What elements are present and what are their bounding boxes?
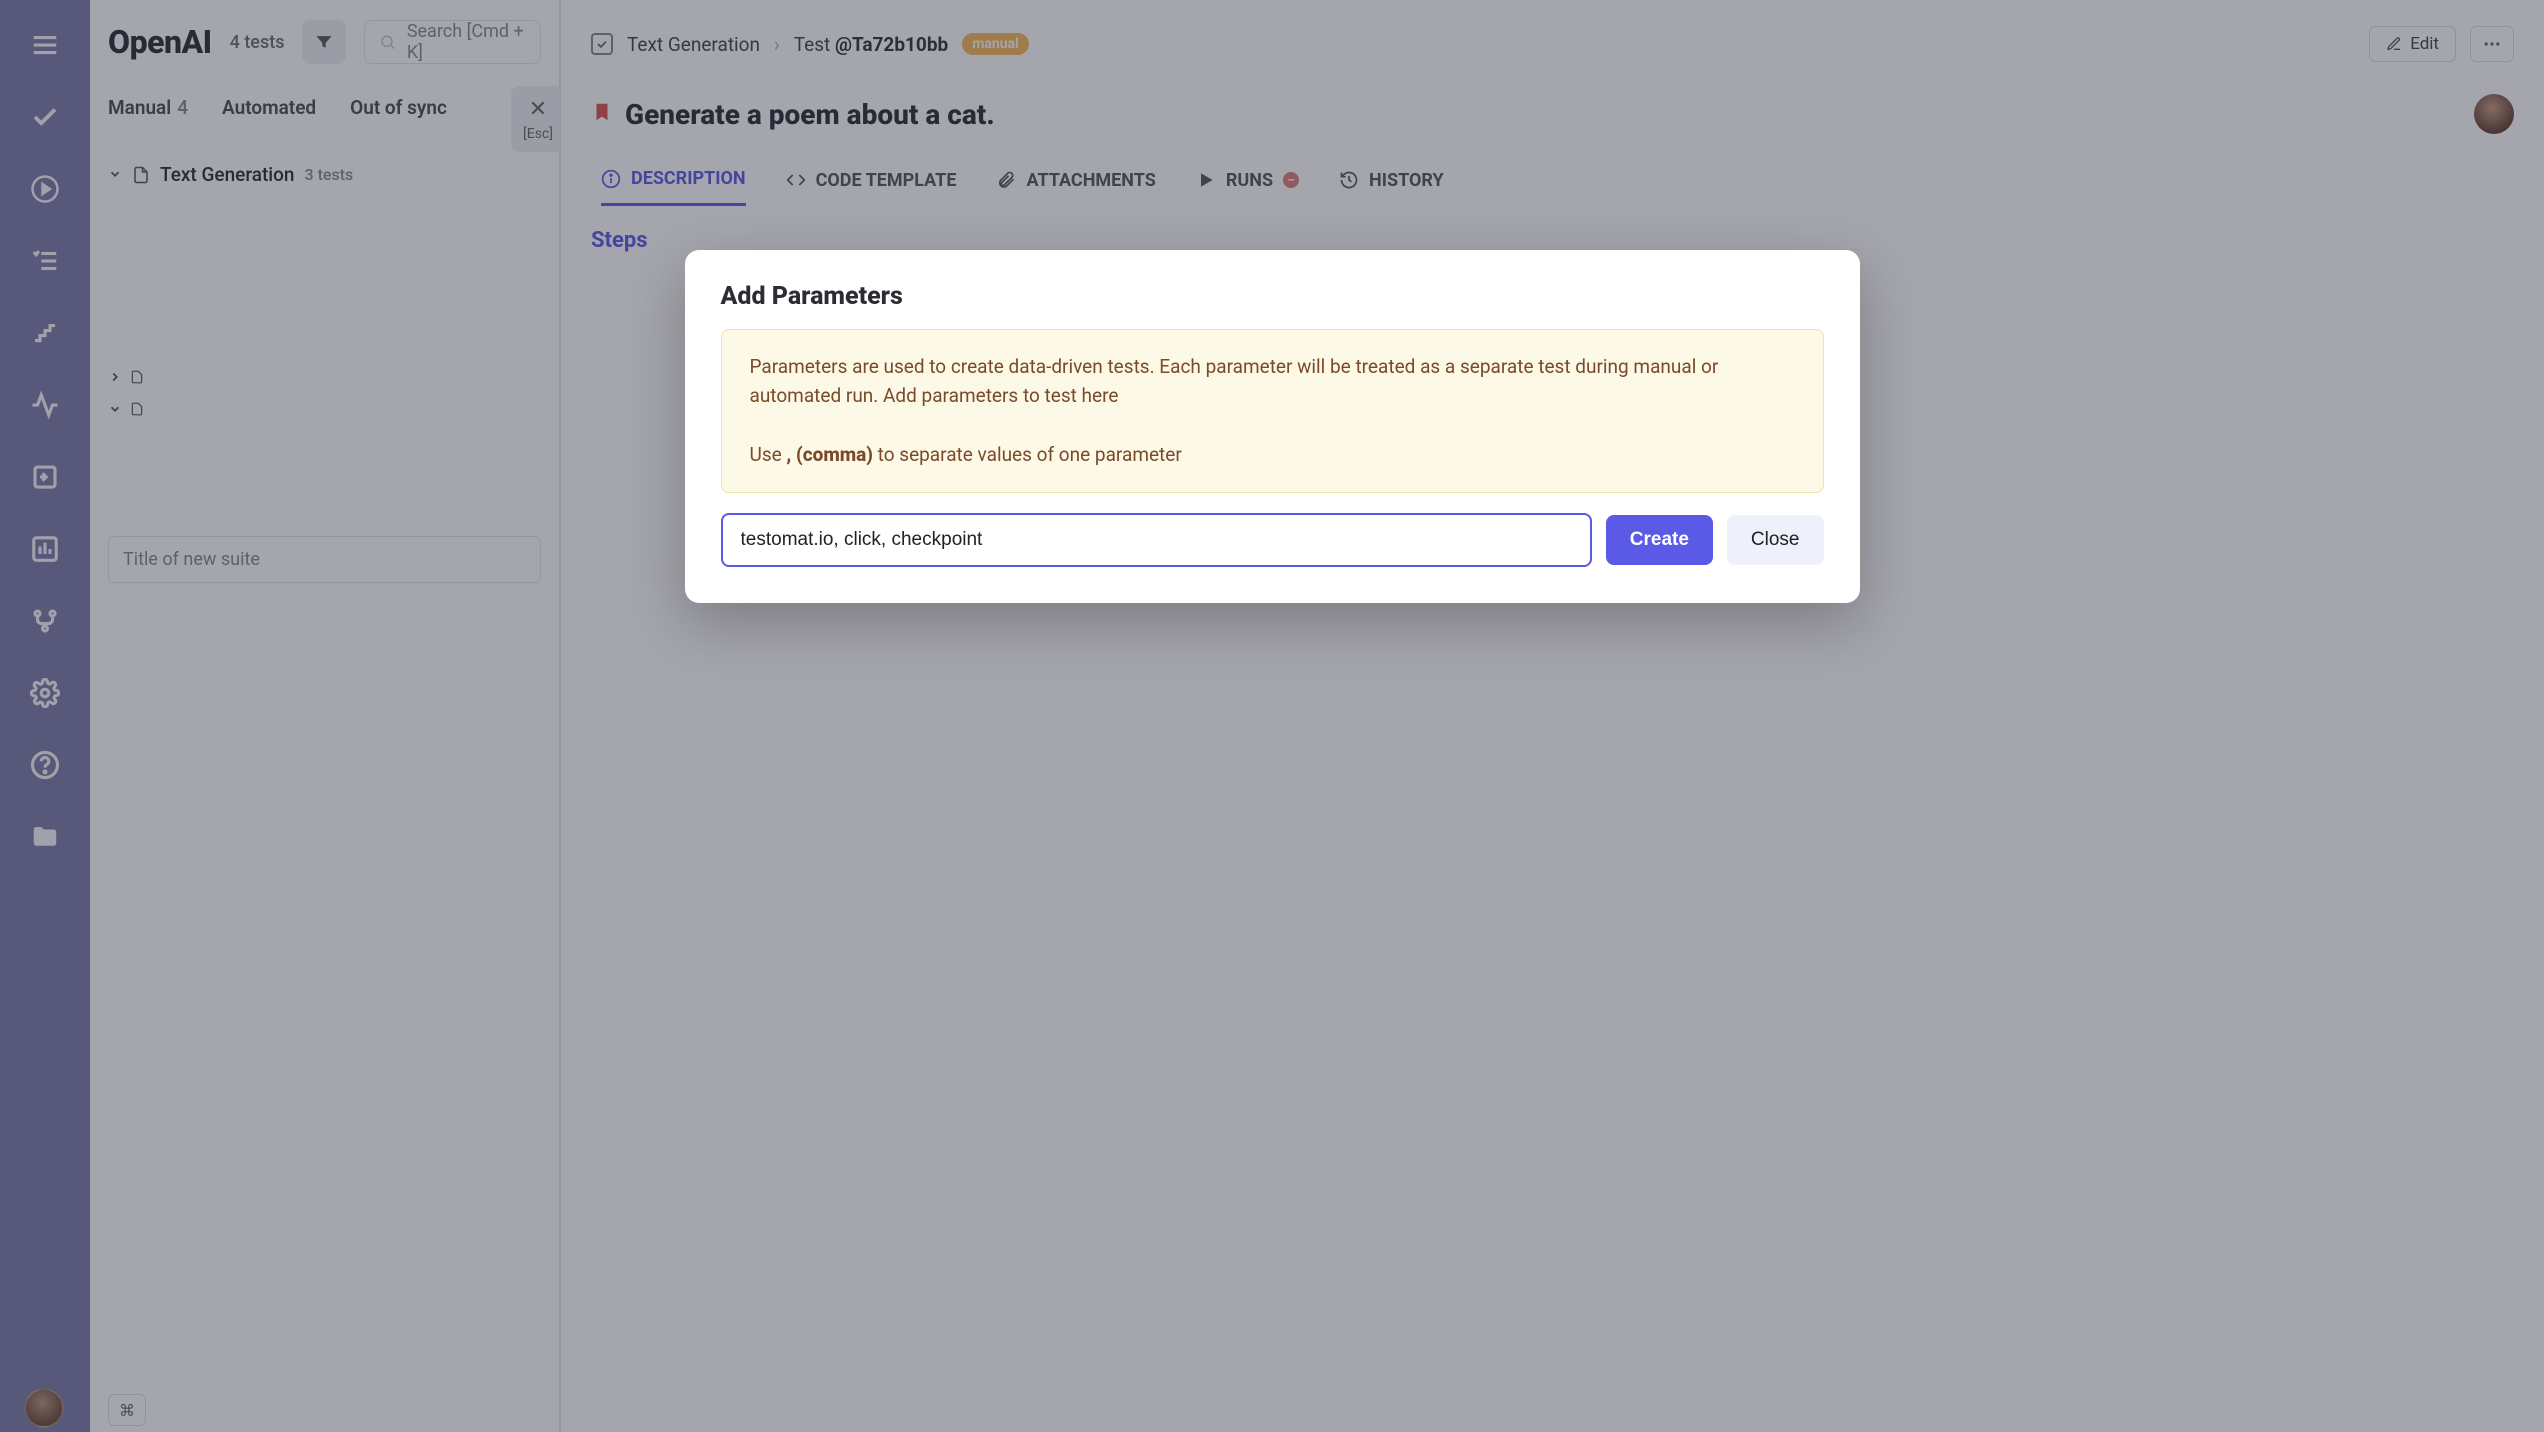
modal-overlay: Add Parameters Parameters are used to cr… bbox=[0, 0, 2544, 1432]
info-line-2: Use , (comma) to separate values of one … bbox=[750, 440, 1795, 469]
modal-info-box: Parameters are used to create data-drive… bbox=[721, 329, 1824, 493]
parameters-input[interactable] bbox=[721, 513, 1592, 567]
close-button[interactable]: Close bbox=[1727, 515, 1824, 565]
info-line-1: Parameters are used to create data-drive… bbox=[750, 352, 1795, 411]
create-button[interactable]: Create bbox=[1606, 515, 1713, 565]
add-parameters-modal: Add Parameters Parameters are used to cr… bbox=[685, 250, 1860, 603]
modal-title: Add Parameters bbox=[721, 282, 1824, 311]
